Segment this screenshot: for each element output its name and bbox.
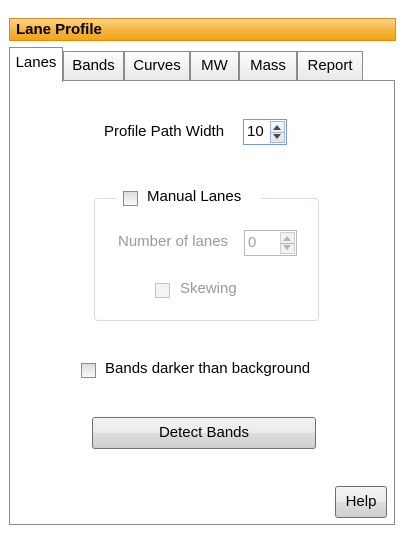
lane-profile-panel: Lane Profile Lanes Bands Curves MW Mass … (1, 0, 404, 533)
help-button[interactable]: Help (335, 486, 387, 518)
bands-darker-label: Bands darker than background (105, 360, 311, 377)
tab-bands[interactable]: Bands (63, 51, 124, 80)
profile-path-width-label: Profile Path Width (104, 123, 225, 140)
bands-darker-checkbox[interactable] (81, 363, 96, 378)
panel-title: Lane Profile (16, 21, 102, 38)
profile-path-width-value: 10 (247, 123, 264, 140)
spin-buttons[interactable] (270, 121, 285, 143)
skewing-checkbox[interactable] (155, 283, 170, 298)
number-of-lanes-label: Number of lanes (118, 233, 229, 250)
number-of-lanes-value: 0 (248, 234, 257, 251)
profile-path-width-stepper[interactable]: 10 (243, 119, 287, 145)
manual-lanes-checkbox[interactable] (123, 191, 138, 206)
spin-up-icon[interactable] (273, 125, 281, 130)
tab-report[interactable]: Report (297, 51, 363, 80)
manual-lanes-label: Manual Lanes (147, 188, 242, 205)
spin-down-icon[interactable] (273, 134, 281, 139)
tab-mw[interactable]: MW (190, 51, 239, 80)
manual-lanes-group (94, 198, 319, 321)
spin-buttons-disabled[interactable] (280, 232, 295, 254)
panel-title-bar: Lane Profile (9, 18, 396, 41)
skewing-label: Skewing (180, 280, 237, 297)
spin-up-icon[interactable] (283, 236, 291, 241)
spin-divider (271, 132, 284, 133)
tab-mass[interactable]: Mass (239, 51, 297, 80)
number-of-lanes-stepper[interactable]: 0 (244, 230, 297, 256)
spin-divider (281, 243, 294, 244)
lanes-tab-content: Profile Path Width 10 Manual Lanes Numbe… (9, 80, 395, 525)
detect-bands-button[interactable]: Detect Bands (92, 417, 316, 449)
tab-curves[interactable]: Curves (124, 51, 190, 80)
spin-down-icon[interactable] (283, 245, 291, 250)
tab-strip: Lanes Bands Curves MW Mass Report (9, 44, 396, 82)
tab-lanes[interactable]: Lanes (9, 47, 63, 82)
